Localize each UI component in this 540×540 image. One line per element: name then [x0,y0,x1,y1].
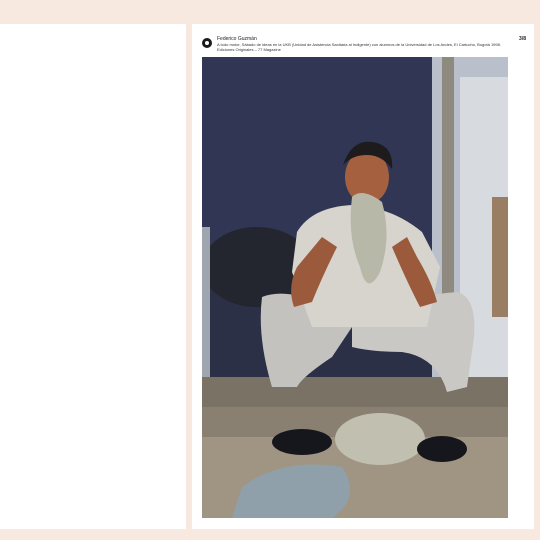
photograph-illustration [202,57,508,518]
photo-caption: A todo motor, Sábado de ideas en la UKB … [217,42,501,53]
photograph [202,57,508,518]
author-logo-icon [202,38,212,48]
left-blank-page [0,24,186,529]
right-page: Federico Guzmán A todo motor, Sábado de … [192,24,534,529]
page-number: 3/8 [519,36,526,42]
